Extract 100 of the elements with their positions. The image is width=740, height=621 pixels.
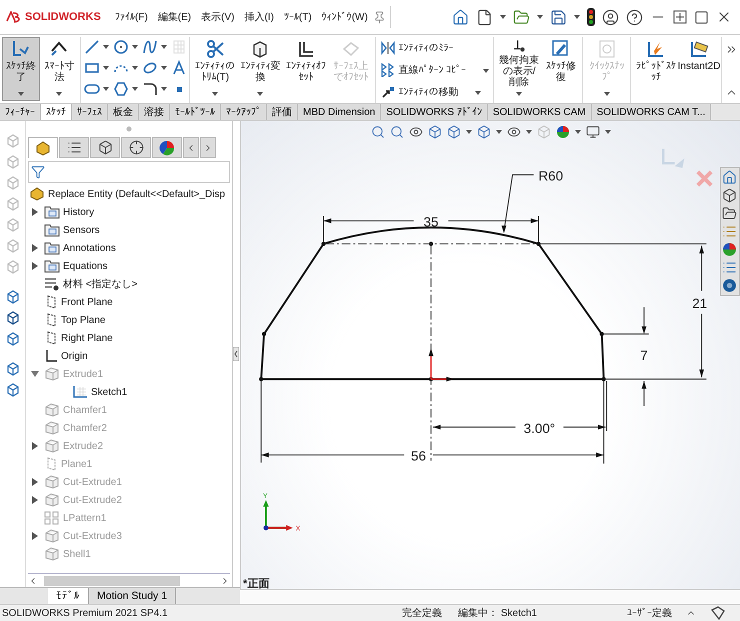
- property-manager-icon[interactable]: [66, 140, 82, 155]
- panel-grip-icon[interactable]: [126, 126, 132, 132]
- slot-icon[interactable]: [84, 81, 100, 97]
- menu-item[interactable]: ｳｨﾝﾄﾞｳ(W): [316, 11, 373, 23]
- dimension-value[interactable]: 35: [424, 214, 438, 230]
- dropdown-caret-icon[interactable]: [500, 15, 506, 19]
- dropdown-caret-icon[interactable]: [257, 92, 264, 96]
- ribbon-button[interactable]: 幾何拘束の表示/削除: [497, 37, 542, 101]
- command-tab[interactable]: MBD Dimension: [298, 104, 382, 120]
- dropdown-caret-icon[interactable]: [574, 15, 580, 19]
- menu-item[interactable]: 表示(V): [196, 10, 240, 24]
- tree-item[interactable]: Front Plane: [61, 296, 113, 308]
- ribbon-button[interactable]: ｽﾏｰﾄ寸法: [40, 37, 78, 101]
- ribbon-button[interactable]: ｴﾝﾃｨﾃｨのﾄﾘﾑ(T): [193, 37, 238, 101]
- traffic-light-icon[interactable]: [587, 8, 595, 26]
- dropdown-caret-icon[interactable]: [537, 15, 543, 19]
- scene-icon[interactable]: [556, 125, 570, 139]
- command-tab[interactable]: ﾌｨｰﾁｬｰ: [0, 104, 41, 120]
- ribbon-button[interactable]: 直線ﾊﾟﾀｰﾝ ｺﾋﾟｰ: [379, 61, 492, 79]
- dropdown-caret-icon[interactable]: [466, 130, 472, 134]
- ribbon-button[interactable]: ｽｹｯﾁ修復: [542, 37, 580, 101]
- ribbon-button[interactable]: ｴﾝﾃｨﾃｨｵﾌｾｯﾄ: [284, 37, 328, 101]
- home-icon[interactable]: [722, 170, 737, 185]
- dropdown-caret-icon[interactable]: [212, 92, 218, 96]
- feature-manager-icon[interactable]: [35, 140, 51, 156]
- tree-item[interactable]: Origin: [61, 350, 88, 362]
- dimension-value[interactable]: 21: [692, 296, 708, 312]
- ribbon-button[interactable]: ｽｹｯﾁ終了: [2, 37, 40, 101]
- tree-item[interactable]: Top Plane: [61, 314, 106, 326]
- expand-arrow-icon[interactable]: [32, 244, 38, 252]
- properties-icon[interactable]: [722, 260, 737, 275]
- folder-icon[interactable]: [722, 206, 737, 221]
- dimension-value[interactable]: R60: [538, 168, 564, 184]
- command-tab[interactable]: ﾓｰﾙﾄﾞﾂｰﾙ: [170, 104, 221, 120]
- command-tab[interactable]: ｻｰﾌｪｽ: [72, 104, 108, 120]
- tree-item[interactable]: Sensors: [63, 224, 100, 236]
- units-selector[interactable]: ﾕｰｻﾞｰ定義: [627, 606, 672, 620]
- command-tab[interactable]: SOLIDWORKS CAM T...: [592, 104, 712, 120]
- dropdown-caret-icon[interactable]: [103, 87, 110, 91]
- command-tab[interactable]: 評価: [267, 104, 298, 120]
- polygon-icon[interactable]: [113, 81, 130, 97]
- pin-icon[interactable]: [372, 10, 386, 24]
- restore-icon[interactable]: [673, 10, 687, 24]
- dropdown-caret-icon[interactable]: [483, 68, 490, 72]
- ribbon-button[interactable]: ﾗﾋﾟｯﾄﾞｽｹｯﾁ: [634, 37, 678, 101]
- expand-arrow-icon[interactable]: [32, 442, 38, 450]
- configuration-icon[interactable]: [98, 140, 112, 155]
- text-icon[interactable]: [171, 60, 188, 76]
- dropdown-caret-icon[interactable]: [575, 130, 581, 134]
- tree-item[interactable]: Annotations: [63, 242, 116, 254]
- tree-item[interactable]: Sketch1: [91, 386, 128, 398]
- dropdown-caret-icon[interactable]: [103, 45, 110, 49]
- dropdown-caret-icon[interactable]: [526, 130, 532, 134]
- rectangle-icon[interactable]: [84, 60, 100, 76]
- command-tab[interactable]: SOLIDWORKS ｱﾄﾞｲﾝ: [381, 104, 488, 120]
- ribbon-button[interactable]: Instant2D: [679, 37, 719, 101]
- tree-item[interactable]: 材料 <指定なし>: [63, 277, 138, 291]
- dropdown-caret-icon[interactable]: [161, 87, 168, 91]
- menu-item[interactable]: ﾌｧｲﾙ(F): [110, 11, 153, 23]
- dropdown-caret-icon[interactable]: [161, 45, 168, 49]
- maximize-icon[interactable]: [694, 10, 709, 24]
- circle-icon[interactable]: [113, 39, 130, 55]
- open-folder-icon[interactable]: [513, 8, 530, 26]
- ellipse-icon[interactable]: [142, 60, 158, 76]
- dropdown-caret-icon[interactable]: [475, 90, 482, 94]
- monitor-icon[interactable]: [586, 125, 600, 139]
- line-icon[interactable]: [84, 39, 100, 55]
- expand-arrow-icon[interactable]: [32, 262, 38, 270]
- globe-icon[interactable]: [722, 278, 737, 293]
- dropdown-caret-icon[interactable]: [605, 130, 611, 134]
- tree-item[interactable]: History: [63, 206, 94, 218]
- tree-item[interactable]: Equations: [63, 260, 108, 272]
- dimension-value[interactable]: 7: [640, 348, 648, 363]
- dropdown-caret-icon[interactable]: [161, 66, 168, 70]
- zoom-fit-icon[interactable]: [371, 125, 385, 139]
- dimension-value[interactable]: 3.00°: [524, 420, 556, 436]
- dropdown-caret-icon[interactable]: [516, 92, 522, 96]
- collapse-arrow-icon[interactable]: [31, 371, 39, 377]
- dropdown-caret-icon[interactable]: [18, 92, 24, 96]
- command-tab[interactable]: ﾏｰｸｱｯﾌﾟ: [221, 104, 267, 120]
- expand-arrow-icon[interactable]: [32, 532, 38, 540]
- dimxpert-icon[interactable]: [128, 140, 144, 155]
- user-icon[interactable]: [602, 8, 619, 26]
- ribbon-button[interactable]: ｴﾝﾃｨﾃｨ変換: [238, 37, 283, 101]
- help-icon[interactable]: [626, 8, 643, 26]
- menu-item[interactable]: 編集(E): [152, 10, 196, 24]
- expand-arrow-icon[interactable]: [32, 208, 38, 216]
- dropdown-caret-icon[interactable]: [103, 66, 110, 70]
- save-icon[interactable]: [550, 8, 567, 26]
- fillet-icon[interactable]: [142, 81, 158, 97]
- panel-collapse-icon[interactable]: [233, 347, 239, 361]
- command-tab[interactable]: ｽｹｯﾁ: [41, 104, 72, 120]
- expand-arrow-icon[interactable]: [32, 478, 38, 486]
- new-file-icon[interactable]: [476, 8, 493, 26]
- command-tab[interactable]: SOLIDWORKS CAM: [488, 104, 592, 120]
- dropdown-caret-icon[interactable]: [132, 66, 138, 70]
- model-tab[interactable]: ﾓﾃﾞﾙ: [48, 588, 89, 604]
- filter-field[interactable]: [28, 161, 230, 183]
- dimension-value[interactable]: 56: [411, 448, 426, 464]
- dropdown-caret-icon[interactable]: [56, 92, 62, 96]
